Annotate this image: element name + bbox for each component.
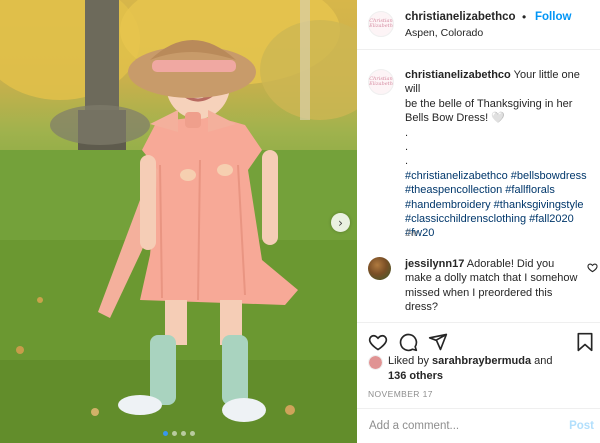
comment-like-heart-icon[interactable]	[587, 262, 598, 273]
post-date[interactable]: NOVEMBER 17	[368, 389, 433, 399]
caption-text: be the belle of Thanksgiving in her	[405, 97, 573, 110]
post-caption: christianelizabethco Your little one wil…	[405, 68, 597, 241]
carousel-dot	[189, 431, 195, 436]
caption-dot: .	[405, 126, 409, 139]
caption-age[interactable]: 2w	[405, 228, 417, 239]
caption-avatar[interactable]: Christian Elizabeth	[368, 69, 394, 95]
heart-icon[interactable]	[368, 332, 388, 352]
chevron-right-icon: ›	[338, 215, 343, 230]
post-header: Christian Elizabeth christianelizabethco…	[357, 0, 600, 50]
post-photo[interactable]: ›	[0, 0, 357, 443]
comment-input[interactable]: Add a comment...	[369, 420, 459, 432]
post-side-panel: Christian Elizabeth christianelizabethco…	[357, 0, 600, 443]
post-location[interactable]: Aspen, Colorado	[405, 27, 483, 39]
caption-dot: .	[405, 155, 409, 168]
caption-hashtags[interactable]: #theaspencollection #fallflorals	[405, 183, 597, 197]
avatar-monogram: Christian Elizabeth	[369, 17, 393, 29]
post-username[interactable]: christianelizabethco	[405, 11, 516, 23]
post-comment-button[interactable]: Post	[569, 420, 594, 432]
caption-hashtags[interactable]: #classicchildrensclothing #fall2020	[405, 212, 597, 226]
likes-summary: Liked by sarahbraybermuda and 136 others	[388, 354, 598, 383]
carousel-next-button[interactable]: ›	[331, 213, 350, 232]
comment: jessilynn17 Adorable! Did you make a dol…	[405, 257, 580, 315]
comment-text: Adorable! Did you	[466, 258, 555, 270]
carousel-dot	[162, 431, 168, 436]
follow-button[interactable]: Follow	[535, 11, 571, 23]
avatar[interactable]: Christian Elizabeth	[368, 11, 394, 37]
avatar-monogram: Christian Elizabeth	[369, 75, 393, 87]
comment-avatar[interactable]	[368, 257, 391, 280]
comment-icon[interactable]	[398, 332, 418, 352]
likes-prefix: Liked by	[388, 355, 429, 367]
likes-conjunction: and	[534, 355, 553, 367]
carousel-dot	[171, 431, 177, 436]
liker-avatar[interactable]	[368, 355, 383, 370]
photo-illustration	[0, 0, 357, 443]
caption-username[interactable]: christianelizabethco	[405, 69, 511, 81]
caption-dot: .	[405, 141, 409, 154]
header-separator: •	[522, 10, 527, 24]
caption-text: Bells Bow Dress! 🤍	[405, 112, 505, 125]
comment-text: make a dolly match that I somehow	[405, 272, 578, 285]
caption-hashtags[interactable]: #handembroidery #thanksgivingstyle	[405, 198, 597, 212]
carousel-dot	[180, 431, 186, 436]
likes-others[interactable]: 136 others	[388, 369, 598, 384]
comment-text: missed when I preordered this	[405, 286, 553, 299]
caption-hashtags[interactable]: #christianelizabethco #bellsbowdress	[405, 169, 597, 183]
carousel-indicator	[0, 431, 357, 436]
caption-hashtags[interactable]: #fw20	[405, 226, 597, 240]
bookmark-icon[interactable]	[576, 332, 594, 352]
comment-username[interactable]: jessilynn17	[405, 258, 464, 270]
add-comment-bar: Add a comment... Post	[357, 408, 600, 443]
liker-avatar-image	[369, 356, 382, 369]
liker-username[interactable]: sarahbraybermuda	[432, 355, 531, 367]
share-icon[interactable]	[428, 332, 448, 352]
comment-text: dress?	[405, 301, 439, 314]
